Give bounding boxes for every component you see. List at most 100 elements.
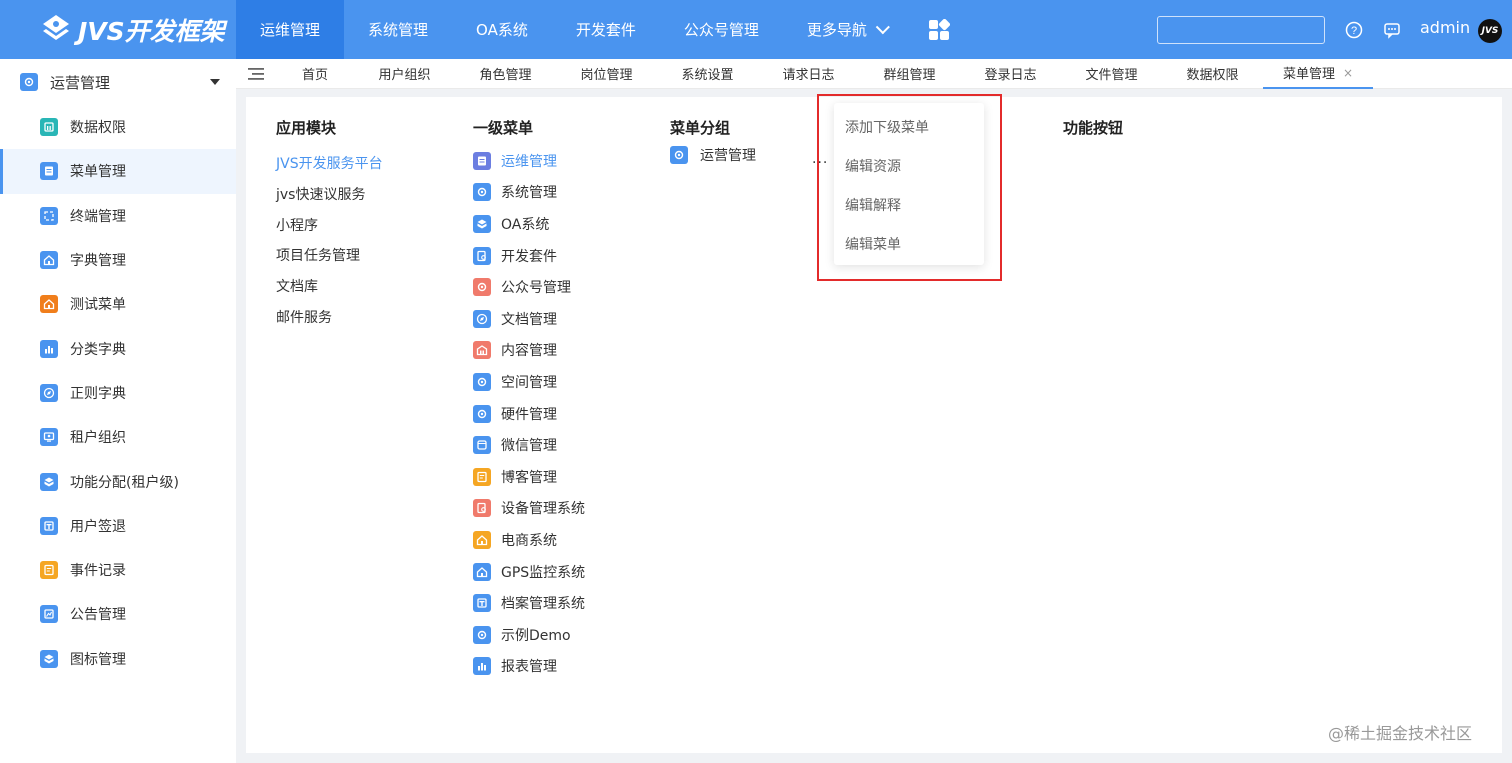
tab[interactable]: 数据权限 bbox=[1162, 59, 1263, 89]
tab[interactable]: 角色管理 bbox=[455, 59, 556, 89]
bar-chart-icon bbox=[40, 339, 58, 358]
message-icon[interactable] bbox=[1382, 20, 1402, 40]
sidebar-item[interactable]: 终端管理 bbox=[0, 194, 236, 238]
close-icon[interactable]: × bbox=[1343, 66, 1353, 80]
menu-item[interactable]: 微信管理 bbox=[473, 429, 653, 461]
sidebar-item[interactable]: 功能分配(租户级) bbox=[0, 459, 236, 503]
nav-item[interactable]: 更多导航 bbox=[783, 0, 909, 59]
tab[interactable]: 群组管理 bbox=[859, 59, 960, 89]
tab[interactable]: 岗位管理 bbox=[556, 59, 657, 89]
window-icon bbox=[473, 436, 491, 455]
nav-item-label: 开发套件 bbox=[575, 21, 636, 39]
menu-item[interactable]: 报表管理 bbox=[473, 651, 653, 683]
sidebar-item[interactable]: 正则字典 bbox=[0, 371, 236, 415]
nav-item[interactable]: 开发套件 bbox=[552, 0, 660, 59]
app-list: JVS开发服务平台 jvs快速议服务 小程序 项目任务管理 文档库 邮件服务 bbox=[276, 153, 456, 338]
svg-text:?: ? bbox=[1351, 25, 1357, 37]
menu-item[interactable]: GPS监控系统 bbox=[473, 556, 653, 588]
collapse-sidebar-icon[interactable] bbox=[236, 59, 276, 89]
tab[interactable]: 系统设置 bbox=[657, 59, 758, 89]
tab-bar: 首页 用户组织 角色管理 岗位管理 系统设置 请求日志 群组管理 登录日志 文件管理 数据权限 菜单… bbox=[236, 59, 1512, 89]
nav-item[interactable]: 系统管理 bbox=[344, 0, 452, 59]
primary-menu-list: 运维管理 系统管理 OA系统 开发套件 公众号管理 文档管理 内容管理 空间管理 硬件管理微信管… bbox=[473, 145, 653, 682]
app-item[interactable]: 文档库 bbox=[276, 276, 456, 307]
sidebar-item[interactable]: 公告管理 bbox=[0, 592, 236, 636]
tab[interactable]: 请求日志 bbox=[758, 59, 859, 89]
sidebar-group-label: 运营管理 bbox=[50, 73, 111, 92]
nav-item-label: 系统管理 bbox=[368, 21, 429, 39]
nav-item[interactable]: 运维管理 bbox=[236, 0, 345, 59]
sidebar: 运营管理 数据权限菜单管理终端管理字典管理 测试菜单 分类字典 正则字典 租户组织 功能分… bbox=[0, 59, 236, 763]
menu-item-label: 示例Demo bbox=[501, 627, 571, 644]
database-icon bbox=[40, 118, 58, 137]
nav-item-label: 运维管理 bbox=[260, 21, 321, 39]
sidebar-item[interactable]: 用户签退 bbox=[0, 504, 236, 548]
menu-item[interactable]: 文档管理 bbox=[473, 303, 653, 335]
nav-item[interactable]: OA系统 bbox=[452, 0, 552, 59]
logo[interactable]: JVS开发框架 bbox=[0, 0, 236, 59]
menu-item[interactable]: 示例Demo bbox=[473, 619, 653, 651]
gear-icon bbox=[473, 183, 491, 202]
sidebar-item[interactable]: 租户组织 bbox=[0, 415, 236, 459]
context-menu-item[interactable]: 编辑菜单 bbox=[834, 224, 984, 263]
menu-item[interactable]: 运维管理 bbox=[473, 145, 653, 177]
sidebar-item[interactable]: 字典管理 bbox=[0, 238, 236, 282]
building-icon bbox=[473, 341, 491, 360]
caret-down-icon[interactable] bbox=[210, 79, 220, 85]
more-options-button[interactable]: ··· bbox=[812, 155, 828, 171]
menu-item[interactable]: 开发套件 bbox=[473, 240, 653, 272]
sidebar-item[interactable]: 菜单管理 bbox=[0, 149, 236, 194]
help-icon[interactable]: ? bbox=[1344, 20, 1364, 40]
menu-item[interactable]: 系统管理 bbox=[473, 177, 653, 209]
app-grid-icon[interactable] bbox=[909, 0, 969, 59]
menu-item[interactable]: 硬件管理 bbox=[473, 398, 653, 430]
menu-item[interactable]: 档案管理系统 bbox=[473, 587, 653, 619]
context-menu-item[interactable]: 编辑解释 bbox=[834, 185, 984, 224]
menu-item[interactable]: OA系统 bbox=[473, 208, 653, 240]
tab-label: 群组管理 bbox=[883, 68, 936, 83]
context-menu-item[interactable]: 添加下级菜单 bbox=[834, 107, 984, 146]
compass-icon bbox=[40, 383, 58, 402]
sidebar-item-label: 公告管理 bbox=[70, 607, 126, 624]
sidebar-item[interactable]: 数据权限 bbox=[0, 105, 236, 149]
tab[interactable]: 文件管理 bbox=[1061, 59, 1162, 89]
menu-item-label: 电商系统 bbox=[501, 532, 557, 549]
menu-item[interactable]: 设备管理系统 bbox=[473, 493, 653, 525]
doc-icon bbox=[473, 151, 491, 170]
menu-item-label: 报表管理 bbox=[501, 659, 557, 676]
app-item[interactable]: 小程序 bbox=[276, 215, 456, 246]
username[interactable]: admin bbox=[1420, 18, 1470, 37]
menu-item[interactable]: 博客管理 bbox=[473, 461, 653, 493]
tab[interactable]: 菜单管理 × bbox=[1263, 59, 1373, 89]
menu-item[interactable]: 空间管理 bbox=[473, 366, 653, 398]
sidebar-item-label: 菜单管理 bbox=[70, 164, 126, 181]
menu-item[interactable]: 公众号管理 bbox=[473, 271, 653, 303]
menu-item[interactable]: 电商系统 bbox=[473, 524, 653, 556]
context-menu: 添加下级菜单 编辑资源 编辑解释 编辑菜单 bbox=[834, 103, 984, 265]
menu-item-label: 微信管理 bbox=[501, 438, 557, 455]
app-item[interactable]: 项目任务管理 bbox=[276, 245, 456, 276]
menu-item[interactable]: 内容管理 bbox=[473, 335, 653, 367]
nav-item[interactable]: 公众号管理 bbox=[660, 0, 783, 59]
home-icon bbox=[473, 562, 491, 581]
sidebar-item[interactable]: 分类字典 bbox=[0, 326, 236, 370]
sidebar-item[interactable]: 图标管理 bbox=[0, 637, 236, 681]
gear-icon bbox=[473, 404, 491, 423]
tab[interactable]: 首页 bbox=[276, 59, 354, 89]
main-nav: 运维管理 系统管理 OA系统 开发套件 公众号管理 更多导航 bbox=[236, 0, 909, 59]
avatar[interactable]: JVS bbox=[1478, 19, 1502, 43]
sidebar-item-label: 终端管理 bbox=[70, 208, 126, 225]
app-item[interactable]: 邮件服务 bbox=[276, 307, 456, 338]
tab[interactable]: 用户组织 bbox=[354, 59, 455, 89]
tab-label: 菜单管理 bbox=[1282, 67, 1335, 82]
sidebar-item[interactable]: 测试菜单 bbox=[0, 282, 236, 326]
bar-chart-icon bbox=[473, 657, 491, 676]
context-menu-item[interactable]: 编辑资源 bbox=[834, 146, 984, 185]
sidebar-group-header[interactable]: 运营管理 bbox=[0, 59, 236, 105]
sidebar-item[interactable]: 事件记录 bbox=[0, 548, 236, 592]
app-item[interactable]: JVS开发服务平台 bbox=[276, 153, 456, 184]
tab[interactable]: 登录日志 bbox=[960, 59, 1061, 89]
search-doc-icon bbox=[473, 499, 491, 518]
search-input[interactable] bbox=[1157, 16, 1325, 44]
app-item[interactable]: jvs快速议服务 bbox=[276, 184, 456, 215]
